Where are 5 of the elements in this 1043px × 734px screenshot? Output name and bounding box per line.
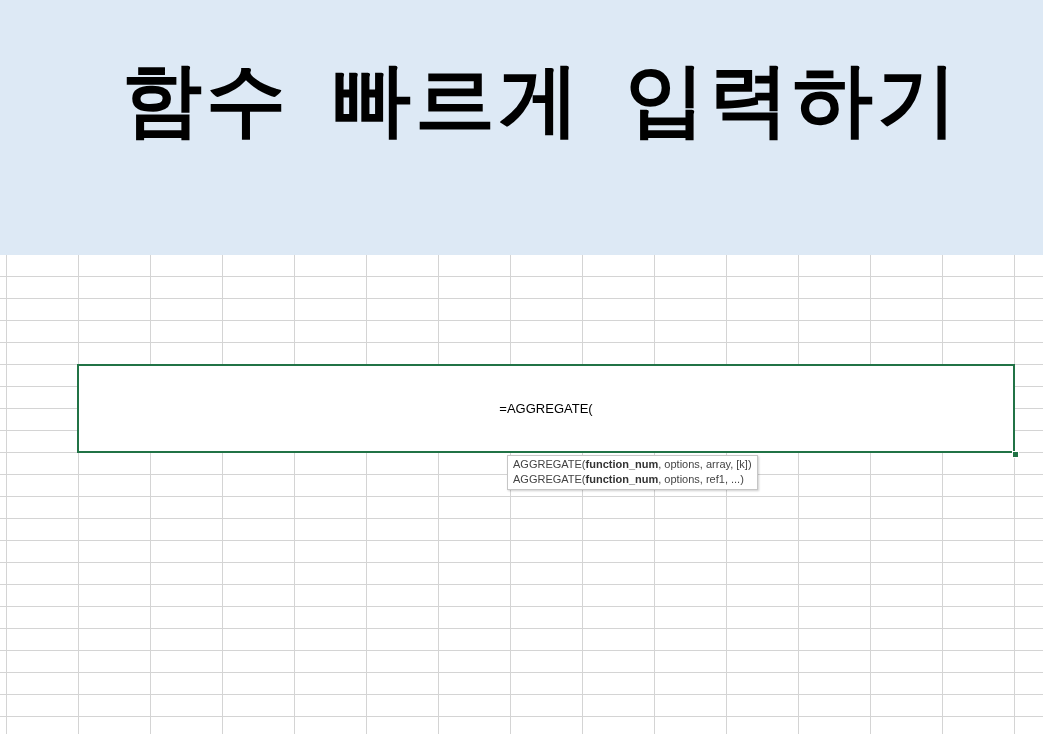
active-cell[interactable]: =AGGREGATE( [77, 364, 1015, 453]
fill-handle[interactable] [1012, 451, 1019, 458]
function-signature: AGGREGATE(function_num, options, array, [k]) [513, 457, 752, 472]
banner-title: 함수 빠르게 입력하기 [121, 52, 962, 148]
function-signature: AGGREGATE(function_num, options, ref1, ...) [513, 472, 745, 487]
